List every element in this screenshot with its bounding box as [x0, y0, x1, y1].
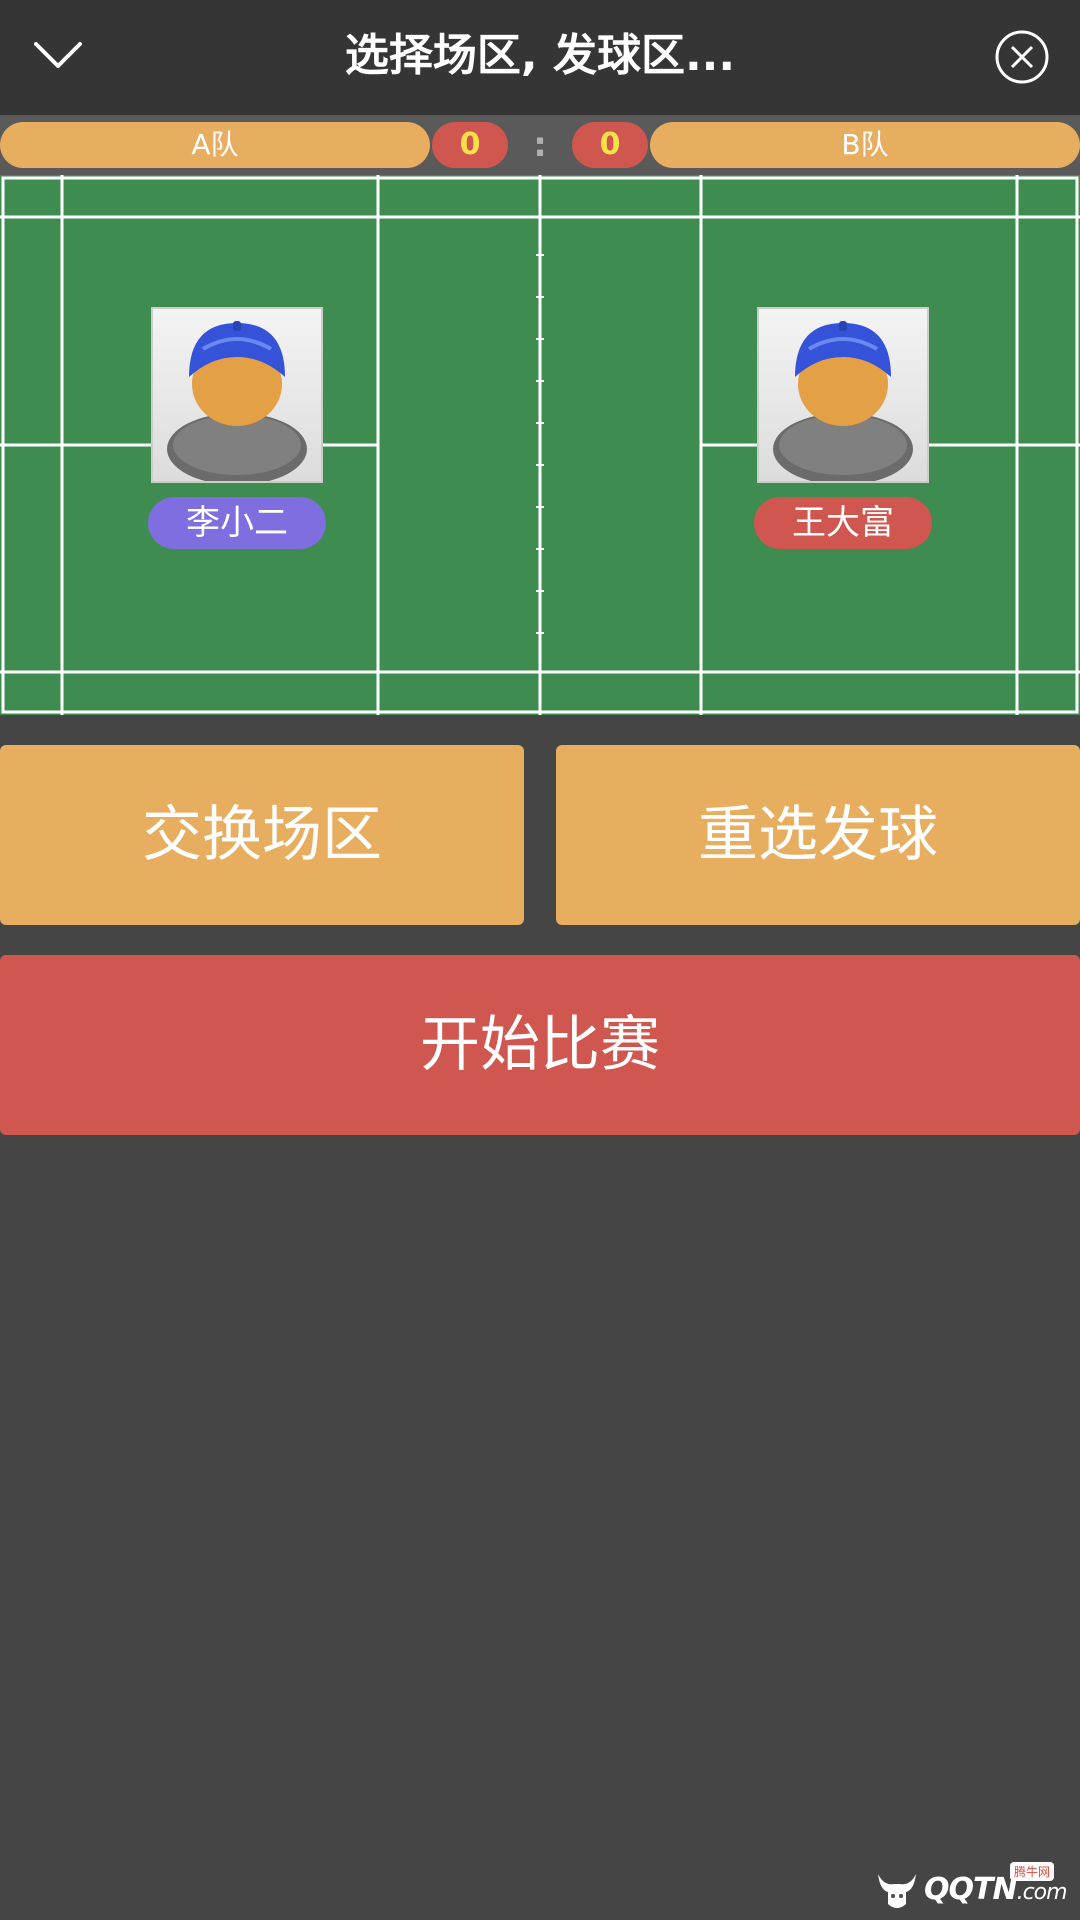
player-left[interactable]: 李小二: [148, 307, 326, 549]
player-avatar-left: [151, 307, 323, 485]
player-avatar-right: [757, 307, 929, 485]
top-bar: 选择场区, 发球区...: [0, 0, 1080, 115]
team-b-score: 0: [572, 122, 648, 168]
avatar-icon: [773, 321, 913, 485]
reselect-serve-button[interactable]: 重选发球: [556, 745, 1080, 925]
score-bar: A队 0 : 0 B队: [0, 115, 1080, 175]
team-b-label: B队: [650, 122, 1080, 168]
badminton-court[interactable]: 李小二 王大富: [0, 175, 1080, 715]
team-a-label: A队: [0, 122, 430, 168]
player-name-left: 李小二: [148, 497, 326, 549]
chevron-down-icon[interactable]: [28, 30, 88, 80]
avatar-icon: [167, 321, 307, 485]
player-name-right: 王大富: [754, 497, 932, 549]
close-icon[interactable]: [994, 29, 1050, 85]
bull-logo-icon: [878, 1874, 916, 1908]
swap-court-button[interactable]: 交换场区: [0, 745, 524, 925]
watermark: QQTN.com 腾牛网: [872, 1862, 1077, 1916]
player-right[interactable]: 王大富: [754, 307, 932, 549]
score-separator: :: [533, 125, 547, 165]
page-title: 选择场区, 发球区...: [344, 30, 736, 81]
team-a-score: 0: [432, 122, 508, 168]
watermark-badge: 腾牛网: [1010, 1862, 1055, 1881]
start-match-button[interactable]: 开始比赛: [0, 955, 1080, 1135]
